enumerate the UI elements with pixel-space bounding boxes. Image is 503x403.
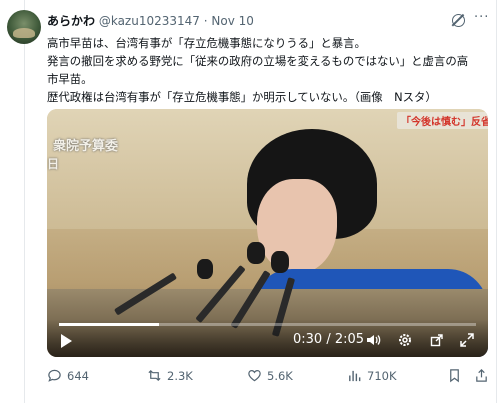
reply-button[interactable]: 644 — [47, 368, 89, 383]
action-bar: 644 2.3K 5.6K 710K — [47, 368, 497, 388]
repost-button[interactable]: 2.3K — [147, 368, 193, 383]
tweet-header: あらかわ @kazu10233147 · Nov 10 — [47, 12, 254, 29]
views-button[interactable]: 710K — [347, 368, 397, 383]
views-count: 710K — [367, 368, 397, 383]
microphone — [271, 251, 289, 273]
heart-icon — [248, 370, 261, 382]
volume-icon[interactable] — [365, 332, 381, 348]
more-options-icon[interactable]: ··· — [474, 10, 489, 25]
bookmark-icon — [450, 369, 459, 383]
reply-count: 644 — [67, 368, 89, 383]
grok-icon[interactable] — [452, 14, 465, 27]
column-border — [496, 0, 497, 403]
tweet-line: 市早苗。 — [47, 72, 93, 86]
video-overlay-subtitle: 日 — [47, 157, 60, 171]
display-name[interactable]: あらかわ — [47, 14, 95, 28]
microphone — [247, 242, 265, 264]
video-progress-fill — [59, 323, 160, 326]
avatar[interactable] — [7, 10, 41, 44]
handle[interactable]: @kazu10233147 — [99, 14, 200, 28]
thread-line — [24, 0, 25, 403]
tweet-line: 高市早苗は、台湾有事が「存立危機事態になりうる」と暴言。 — [47, 36, 366, 50]
play-icon[interactable] — [61, 334, 72, 348]
bookmark-button[interactable] — [447, 368, 462, 383]
video-time: 0:30 / 2:05 — [293, 332, 365, 347]
repost-icon — [148, 369, 161, 382]
pop-out-icon[interactable] — [429, 332, 445, 348]
views-chart-icon — [349, 370, 361, 382]
video-player[interactable]: 衆院予算委 日 「今後は慎む」反省 0:30 / 2:05 — [47, 109, 488, 357]
settings-gear-icon[interactable] — [397, 332, 413, 348]
share-icon — [476, 369, 487, 382]
like-button[interactable]: 5.6K — [247, 368, 293, 383]
reply-icon — [48, 369, 61, 382]
video-progress-track[interactable] — [59, 323, 476, 326]
tweet-line: 発言の撤回を求める野党に「従来の政府の立場を変えるものではない」と虚言の高 — [47, 54, 469, 68]
video-caption-badge: 「今後は慎む」反省 — [397, 112, 488, 129]
timestamp[interactable]: Nov 10 — [211, 14, 254, 28]
speaker-face — [257, 179, 337, 274]
tweet-line: 歴代政権は台湾有事が「存立危機事態」か明示していない。（画像 Nスタ） — [47, 90, 437, 104]
microphone — [197, 259, 213, 279]
share-button[interactable] — [474, 368, 489, 383]
like-count: 5.6K — [267, 368, 293, 383]
repost-count: 2.3K — [167, 368, 193, 383]
fullscreen-icon[interactable] — [459, 332, 475, 348]
video-controls: 0:30 / 2:05 — [47, 319, 488, 357]
tweet-text: 高市早苗は、台湾有事が「存立危機事態になりうる」と暴言。 発言の撤回を求める野党… — [47, 34, 491, 106]
video-overlay-title: 衆院予算委 — [53, 139, 119, 154]
